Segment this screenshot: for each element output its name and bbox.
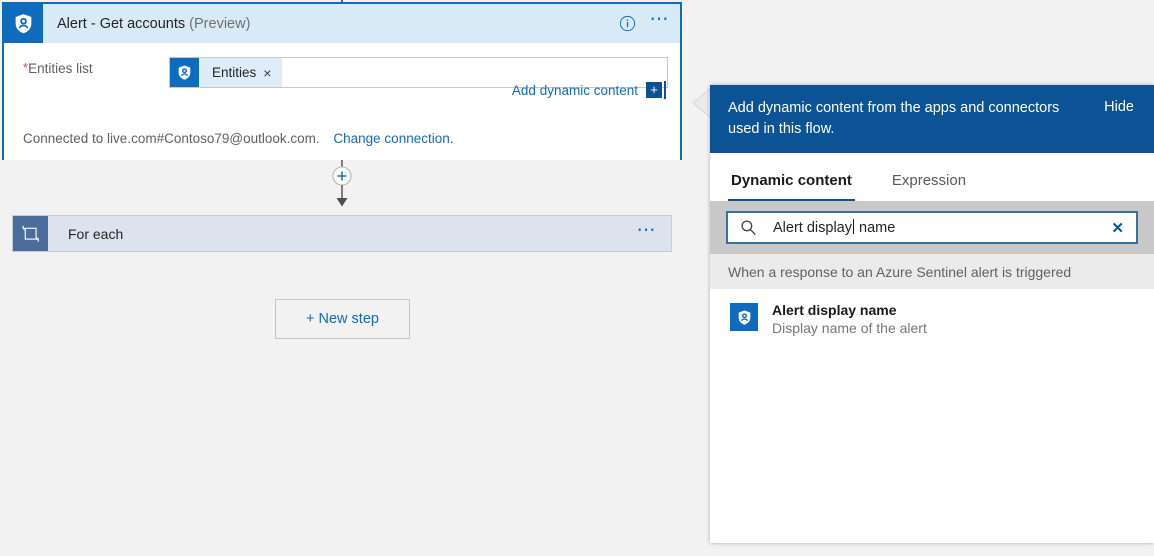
dynamic-content-flyout: Add dynamic content from the apps and co… [710,85,1154,543]
add-step-connector[interactable] [326,160,358,218]
connection-text: Connected to live.com#Contoso79@outlook.… [23,131,320,146]
list-item-text: Alert display name Display name of the a… [772,302,927,338]
entities-list-label-text: Entities list [28,61,93,76]
loop-icon [13,216,48,251]
action-title-text: Alert - Get accounts [57,15,186,32]
entities-list-label: *Entities list [23,61,93,76]
flyout-header: Add dynamic content from the apps and co… [710,85,1154,153]
flyout-header-text: Add dynamic content from the apps and co… [728,100,1060,137]
foreach-label: For each [68,225,124,242]
tab-dynamic-content[interactable]: Dynamic content [728,172,855,201]
list-item-description: Display name of the alert [772,320,927,336]
foreach-block[interactable]: For each ⋯ [12,215,672,252]
action-card-title: Alert - Get accounts (Preview) [57,16,250,32]
tab-expression[interactable]: Expression [889,172,969,201]
clear-search-icon[interactable]: ✕ [1111,219,1124,237]
token-label: Entities [212,65,257,80]
action-card-body: *Entities list Entities × Add dynamic co… [4,43,680,160]
action-card-header-actions: ⋯ [619,4,671,43]
close-icon[interactable]: × [263,66,282,80]
azure-sentinel-icon [4,4,43,43]
dynamic-token-entities[interactable]: Entities × [170,58,283,87]
more-options-icon[interactable]: ⋯ [637,221,658,242]
info-icon[interactable] [619,15,636,32]
hide-flyout-link[interactable]: Hide [1104,99,1134,115]
more-options-icon[interactable]: ⋯ [650,10,671,32]
azure-sentinel-icon [170,58,199,87]
action-preview-tag: (Preview) [189,15,251,32]
dynamic-content-group-header: When a response to an Azure Sentinel ale… [710,254,1154,289]
add-dynamic-content-plus-button[interactable]: + [646,81,666,99]
search-value-after-caret: name [854,220,896,236]
flow-designer-canvas: Alert - Get accounts (Preview) ⋯ *Entiti… [0,0,690,556]
dynamic-content-search-box[interactable]: Alert display name ✕ [726,211,1138,244]
azure-sentinel-icon [730,303,758,331]
search-value-before-caret: Alert display [773,220,852,236]
connection-info-row: Connected to live.com#Contoso79@outlook.… [23,131,453,146]
flyout-search-area: Alert display name ✕ [710,201,1154,254]
search-input-value[interactable]: Alert display name [773,219,895,236]
action-card-header[interactable]: Alert - Get accounts (Preview) ⋯ [4,4,680,43]
list-item-title: Alert display name [772,302,897,318]
new-step-button[interactable]: + New step [275,299,410,339]
add-dynamic-content-link[interactable]: Add dynamic content [512,83,638,98]
change-connection-link[interactable]: Change connection. [333,131,453,146]
text-caret [852,219,854,234]
add-dynamic-content-row: Add dynamic content + [512,81,666,99]
dynamic-content-list: Alert display name Display name of the a… [710,289,1154,351]
flyout-tabs: Dynamic content Expression [710,153,1154,201]
list-item[interactable]: Alert display name Display name of the a… [710,289,1154,351]
action-card-alert-get-accounts[interactable]: Alert - Get accounts (Preview) ⋯ *Entiti… [2,2,682,160]
flyout-pointer-notch [692,87,712,124]
search-icon [740,219,757,236]
